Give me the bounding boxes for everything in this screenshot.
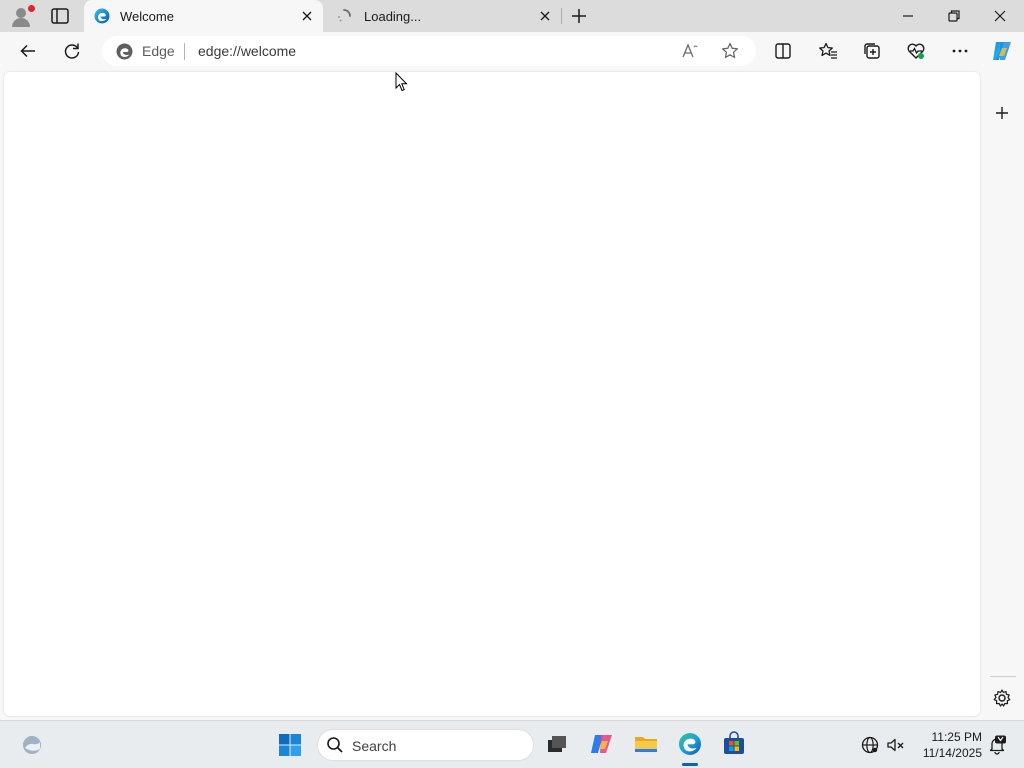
tab-actions-icon[interactable] [50,7,70,25]
collections-icon[interactable] [862,41,882,61]
profile-button[interactable] [10,5,35,27]
restore-icon[interactable] [944,6,964,26]
refresh-icon[interactable] [62,41,82,61]
sidebar-settings-icon[interactable] [992,688,1012,708]
notification-bell-icon[interactable] [987,735,1007,755]
system-clock[interactable]: 11:25 PM 11/14/2025 [912,729,982,761]
more-options-icon[interactable] [950,41,970,61]
search-icon [327,737,343,753]
site-chip[interactable]: Edge [142,43,175,59]
file-explorer-icon[interactable] [633,731,659,757]
tab-strip: Welcome Loading... [0,0,1024,32]
microsoft-store-icon[interactable] [721,731,747,757]
volume-muted-icon[interactable] [885,735,905,755]
clock-time: 11:25 PM [931,730,982,744]
read-aloud-icon[interactable] [680,41,700,61]
edge-taskbar-icon[interactable] [677,731,703,757]
address-bar[interactable]: Edge edge://welcome [102,36,756,66]
clock-date: 11/14/2025 [922,746,982,760]
edge-sidebar [982,72,1024,718]
tab-separator [561,8,562,24]
new-tab-icon[interactable] [569,6,589,26]
start-button-icon[interactable] [278,733,302,757]
tab-welcome[interactable]: Welcome [84,0,323,32]
mouse-cursor-icon [395,72,408,92]
taskbar-search-box[interactable]: Search [317,729,534,761]
copilot-icon[interactable] [990,39,1014,63]
sidebar-divider [990,676,1016,677]
search-placeholder: Search [352,738,397,754]
toolbar: Edge edge://welcome [0,32,1024,70]
tab-title: Welcome [120,9,174,24]
close-window-icon[interactable] [990,6,1010,26]
active-app-indicator [682,763,698,766]
tab-title: Loading... [364,9,422,24]
taskbar: Search 11:25 PM 11/14/2025 [0,720,1024,768]
address-divider [184,43,185,60]
close-tab-icon[interactable] [537,8,553,24]
url-text[interactable]: edge://welcome [198,43,296,59]
loading-spinner-icon [338,9,351,22]
split-screen-icon[interactable] [773,41,793,61]
copilot-app-icon[interactable] [589,731,615,757]
notification-dot-icon [28,5,35,12]
minimize-icon[interactable] [898,6,918,26]
edge-icon [116,43,133,60]
close-tab-icon[interactable] [299,8,315,24]
tab-loading[interactable]: Loading... [326,0,561,32]
favorite-star-icon[interactable] [720,41,740,61]
page-content-area[interactable] [4,72,980,716]
task-view-icon[interactable] [544,731,570,757]
favorites-icon[interactable] [818,41,838,61]
back-icon[interactable] [18,41,38,61]
network-globe-icon[interactable] [860,735,880,755]
edge-icon [94,8,110,24]
weather-icon[interactable] [20,733,44,757]
add-sidebar-app-icon[interactable] [992,103,1012,123]
browser-essentials-icon[interactable] [906,41,926,61]
